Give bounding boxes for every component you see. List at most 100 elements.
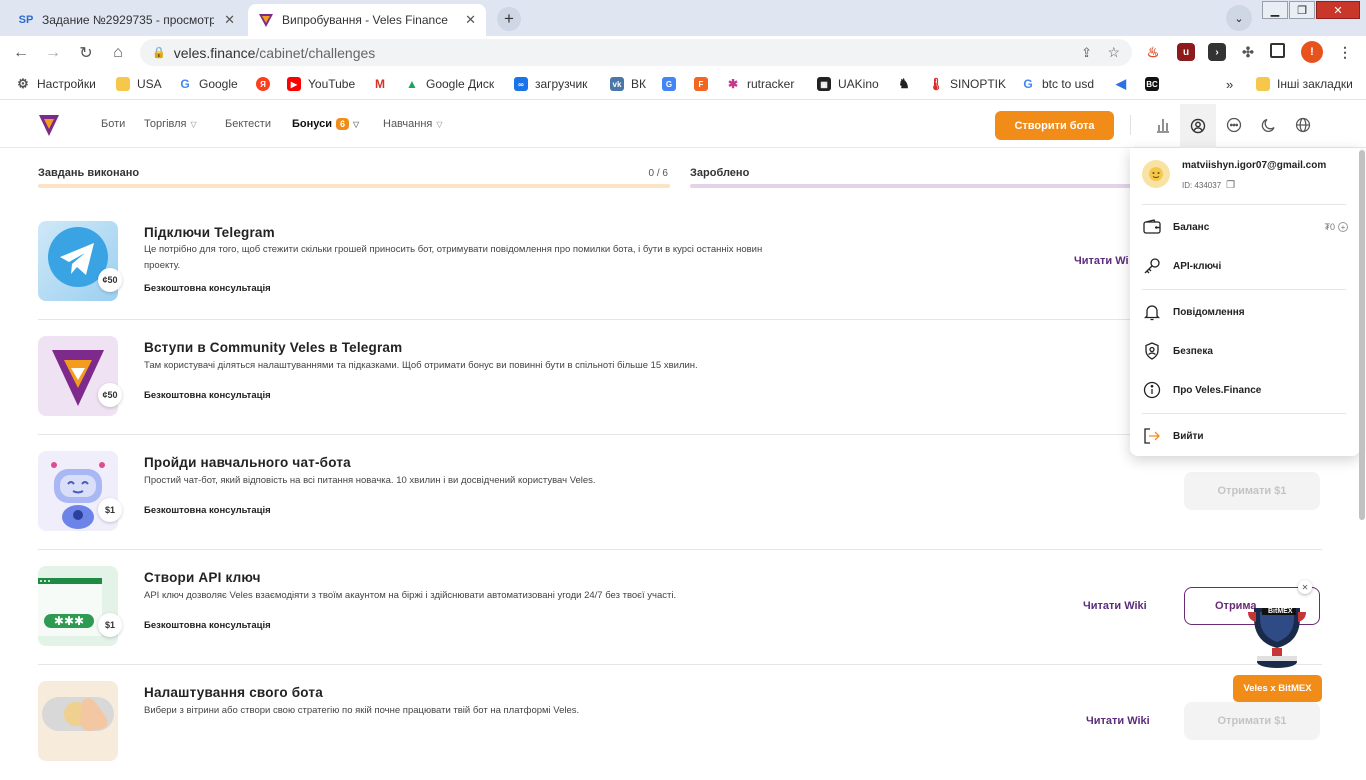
free-consultation-link[interactable]: Безкоштовна консультація [144, 390, 271, 401]
nav-bots[interactable]: Боти [101, 118, 125, 130]
code-extension-icon[interactable]: › [1208, 43, 1226, 61]
menu-item-notifications[interactable]: Повідомлення [1142, 302, 1245, 322]
back-arrow-icon[interactable]: ← [10, 42, 32, 64]
bookmarks-overflow-chevron-icon[interactable]: » [1226, 75, 1233, 93]
chevron-down-icon: ▽ [353, 119, 360, 129]
bookmark-sinoptik[interactable]: 🌡 SINOPTIK [928, 75, 1006, 93]
reload-icon[interactable]: ↻ [75, 42, 97, 64]
ublock-extension-icon[interactable]: u [1177, 43, 1195, 61]
menu-item-security[interactable]: Безпека [1142, 341, 1213, 361]
bookmark-rutracker[interactable]: ✱ rutracker [726, 75, 794, 93]
bookmark-uakino[interactable]: ▦ UAKino [817, 75, 879, 93]
chat-icon[interactable] [1224, 115, 1244, 135]
read-wiki-link[interactable]: Читати Wi [1074, 255, 1129, 267]
maximize-button[interactable]: ❐ [1289, 1, 1315, 19]
close-tab-icon[interactable]: ✕ [465, 12, 476, 28]
key-icon [1142, 256, 1162, 276]
nav-trading[interactable]: Торгівля ▽ [144, 118, 197, 130]
earned-progress: Зароблено [690, 167, 1140, 188]
read-wiki-link[interactable]: Читати Wiki [1086, 715, 1150, 727]
account-email: matviishyn.igor07@gmail.com [1182, 160, 1327, 171]
bookmark-f[interactable]: F [694, 75, 715, 93]
veles-bitmex-promo-button[interactable]: Veles x BitMEX [1233, 675, 1322, 702]
bookmark-bc[interactable]: BC [1145, 75, 1166, 93]
nav-backtests[interactable]: Бектести [225, 118, 271, 130]
veles-favicon-icon [258, 12, 274, 28]
bookmark-translate[interactable]: G [662, 75, 683, 93]
menu-item-about[interactable]: Про Veles.Finance [1142, 380, 1261, 400]
challenge-row-api-key: ✱✱✱ $1 Створи API ключ API ключ дозволяє… [38, 550, 1322, 665]
bookmark-gmail[interactable]: M [373, 75, 394, 93]
bookmark-google-drive[interactable]: ▲ Google Диск [405, 75, 494, 93]
profile-avatar[interactable]: ! [1301, 41, 1323, 63]
menu-item-api-keys[interactable]: API-ключі [1142, 256, 1221, 276]
minimize-button[interactable]: ▁ [1262, 1, 1288, 19]
tab-title: Задание №2929735 - просмотр [42, 13, 214, 27]
menu-item-balance[interactable]: Баланс ₮0 + [1142, 217, 1348, 237]
free-consultation-link[interactable]: Безкоштовна консультація [144, 620, 271, 631]
menu-item-logout[interactable]: Вийти [1142, 426, 1204, 446]
nav-bonuses[interactable]: Бонуси 6 ▽ [292, 118, 359, 130]
tab-title: Випробування - Veles Finance [282, 13, 448, 27]
bookmark-kyber[interactable]: ◀ [1114, 75, 1135, 93]
bookmark-youtube[interactable]: ▶ YouTube [287, 75, 355, 93]
svg-text:✱✱✱: ✱✱✱ [54, 614, 84, 628]
side-panel-icon[interactable] [1270, 43, 1285, 58]
bookmark-vk[interactable]: vk ВК [610, 75, 646, 93]
bookmark-other-folder[interactable]: Інші закладки [1256, 75, 1353, 93]
chevron-down-icon: ▽ [190, 119, 197, 129]
free-consultation-link[interactable]: Безкоштовна консультація [144, 283, 271, 294]
bookmark-google[interactable]: G Google [178, 75, 237, 93]
bookmark-usa[interactable]: USA [116, 75, 162, 93]
moon-icon[interactable] [1259, 115, 1279, 135]
bookmark-yandex[interactable]: Я [256, 75, 277, 93]
folder-icon [116, 77, 130, 91]
read-wiki-link[interactable]: Читати Wiki [1083, 600, 1147, 612]
bookmark-settings[interactable]: ⚙ Настройки [16, 75, 96, 93]
add-funds-icon[interactable]: + [1338, 222, 1348, 232]
nav-learning[interactable]: Навчання ▽ [383, 118, 443, 130]
bookmarks-bar: ⚙ Настройки USA G Google Я ▶ YouTube M ▲ Goo… [0, 68, 1366, 100]
account-icon[interactable] [1180, 104, 1216, 148]
puzzle-extensions-icon[interactable]: ✣ [1239, 43, 1257, 61]
promo-close-icon[interactable]: ✕ [1298, 580, 1312, 594]
bookmark-btc-to-usd[interactable]: Gbtc to usd [1021, 75, 1094, 93]
lock-icon: 🔒 [152, 47, 166, 59]
fire-extension-icon[interactable]: ♨ [1144, 43, 1162, 61]
share-icon[interactable]: ⇪ [1081, 45, 1092, 61]
copy-icon[interactable]: ❐ [1226, 180, 1235, 191]
toggle-hand-icon [42, 697, 114, 731]
site-header: Боти Торгівля ▽ Бектести Бонуси 6 ▽ Навчанн… [0, 101, 1366, 148]
bookmark-downloader[interactable]: ∞ загрузчик [514, 75, 587, 93]
browser-tab-2[interactable]: Випробування - Veles Finance ✕ [248, 4, 486, 36]
trophy-icon[interactable]: BitMEX [1244, 598, 1310, 670]
page-scrollbar[interactable] [1359, 150, 1365, 520]
thermometer-icon: 🌡 [928, 77, 944, 91]
create-bot-button[interactable]: Створити бота [995, 111, 1114, 140]
tab-search-icon[interactable]: ⌄ [1226, 5, 1252, 31]
forward-arrow-icon[interactable]: → [42, 42, 64, 64]
reward-badge: $1 [98, 498, 122, 522]
home-icon[interactable]: ⌂ [107, 42, 129, 64]
earned-progress-track [690, 184, 1140, 188]
globe-icon[interactable] [1293, 115, 1313, 135]
google-icon: G [1023, 77, 1033, 91]
claim-reward-button[interactable]: Отримати $1 [1184, 702, 1320, 740]
browser-tab-1[interactable]: SP Задание №2929735 - просмотр ✕ [8, 4, 245, 36]
bookmark-chess[interactable]: ♞ [897, 75, 918, 93]
address-bar[interactable]: 🔒 veles.finance/cabinet/challenges ⇪ ☆ [140, 39, 1132, 66]
close-tab-icon[interactable]: ✕ [224, 12, 235, 28]
reward-badge: ¢50 [98, 383, 122, 407]
wallet-icon [1142, 217, 1162, 237]
new-tab-button[interactable]: + [497, 7, 521, 31]
bc-icon: BC [1145, 77, 1159, 91]
kyber-icon: ◀ [1116, 76, 1126, 91]
folder-icon [1256, 77, 1270, 91]
stats-icon[interactable] [1153, 115, 1173, 135]
veles-logo-icon[interactable] [38, 113, 60, 142]
free-consultation-link[interactable]: Безкоштовна консультація [144, 505, 271, 516]
bookmark-star-icon[interactable]: ☆ [1107, 44, 1120, 61]
browser-menu-icon[interactable]: ⋮ [1336, 43, 1354, 61]
close-window-button[interactable]: ✕ [1316, 1, 1360, 19]
claim-reward-button[interactable]: Отримати $1 [1184, 472, 1320, 510]
